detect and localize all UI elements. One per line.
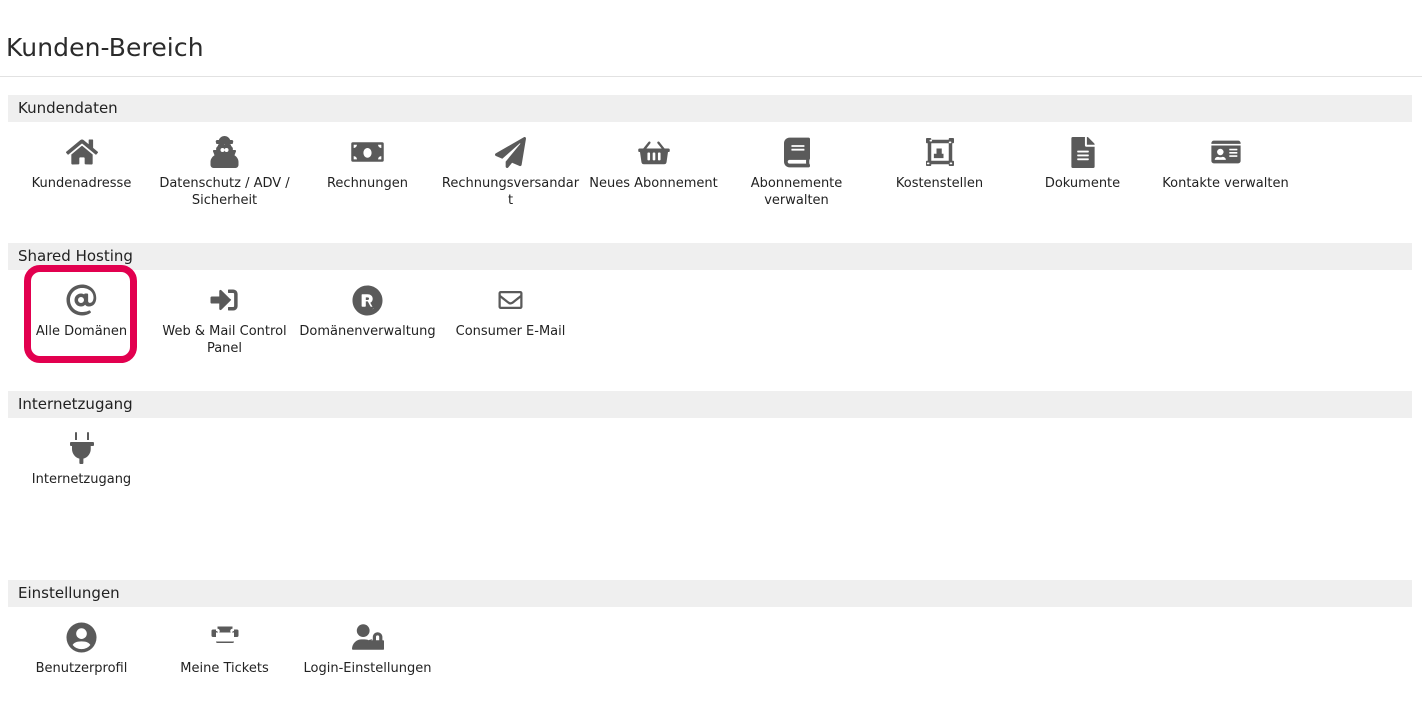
- tile-meine-tickets[interactable]: Meine Tickets: [153, 607, 296, 689]
- section-header-kundendaten: Kundendaten: [8, 95, 1412, 122]
- user-lock-icon: [351, 620, 385, 654]
- tile-label: Dokumente: [1044, 176, 1121, 191]
- tile-label: Rechnungsversandart: [441, 176, 580, 208]
- tile-row: Internetzugang: [0, 418, 1422, 500]
- shopping-basket-icon: [637, 135, 671, 169]
- tile-neues-abonnement[interactable]: Neues Abonnement: [582, 122, 725, 204]
- tile-label: Datenschutz / ADV / Sicherheit: [159, 176, 290, 208]
- tile-label: Kundenadresse: [31, 176, 132, 191]
- file-alt-icon: [1066, 135, 1100, 169]
- section-header-einstellungen: Einstellungen: [8, 580, 1412, 607]
- section-header-internetzugang: Internetzugang: [8, 391, 1412, 418]
- tile-label: Kontakte verwalten: [1162, 176, 1289, 191]
- section-header-shared-hosting: Shared Hosting: [8, 243, 1412, 270]
- tile-domaenenverwaltung[interactable]: Domänenverwaltung: [296, 270, 439, 352]
- tile-kostenstellen[interactable]: Kostenstellen: [868, 122, 1011, 204]
- sign-in-icon: [208, 283, 242, 317]
- tile-label: Kostenstellen: [895, 176, 984, 191]
- tile-rechnungsversandart[interactable]: Rechnungsversandart: [439, 122, 582, 209]
- page-title: Kunden-Bereich: [6, 33, 204, 62]
- tile-label: Domänenverwaltung: [299, 324, 436, 339]
- tile-abonnemente-verwalten[interactable]: Abonnemente verwalten: [725, 122, 868, 209]
- section-shared-hosting: Shared Hosting Alle Domänen Web & Mail Con…: [0, 225, 1422, 373]
- tile-consumer-e-mail[interactable]: Consumer E-Mail: [439, 270, 582, 352]
- sections-container: Kundendaten Kundenadresse Datenschutz / AD…: [0, 77, 1422, 705]
- tile-label: Consumer E-Mail: [455, 324, 566, 339]
- ticket-icon: [208, 620, 242, 654]
- tile-web-mail-control-panel[interactable]: Web & Mail Control Panel: [153, 270, 296, 357]
- user-secret-icon: [208, 135, 242, 169]
- tile-alle-domaenen[interactable]: Alle Domänen: [10, 265, 153, 363]
- tile-row: Alle Domänen Web & Mail Control Panel Domä…: [0, 265, 1422, 363]
- tile-dokumente[interactable]: Dokumente: [1011, 122, 1154, 204]
- id-card-icon: [1209, 135, 1243, 169]
- tile-label: Login-Einstellungen: [303, 661, 432, 676]
- section-internetzugang: Internetzugang Internetzugang: [0, 373, 1422, 562]
- tile-label: Alle Domänen: [35, 324, 128, 339]
- registered-icon: [351, 283, 385, 317]
- tile-label: Web & Mail Control Panel: [162, 324, 287, 356]
- paper-plane-icon: [494, 135, 528, 169]
- tile-label: Neues Abonnement: [589, 176, 718, 191]
- tile-rechnungen[interactable]: Rechnungen: [296, 122, 439, 204]
- tile-label: Internetzugang: [31, 472, 132, 487]
- tile-row: Kundenadresse Datenschutz / ADV / Sicherh…: [0, 122, 1422, 209]
- section-einstellungen: Einstellungen Benutzerprofil Meine Tickets…: [0, 562, 1422, 705]
- tile-benutzerprofil[interactable]: Benutzerprofil: [10, 607, 153, 689]
- money-bill-icon: [351, 135, 385, 169]
- tile-label: Benutzerprofil: [35, 661, 128, 676]
- envelope-icon: [494, 283, 528, 317]
- tile-label: Rechnungen: [326, 176, 409, 191]
- at-icon: [65, 283, 99, 317]
- row-gap: [0, 209, 1422, 225]
- tile-internetzugang[interactable]: Internetzugang: [10, 418, 153, 500]
- plug-icon: [65, 431, 99, 465]
- tile-row: Benutzerprofil Meine Tickets Login-Einstel…: [0, 607, 1422, 689]
- tile-kundenadresse[interactable]: Kundenadresse: [10, 122, 153, 204]
- row-gap: [0, 500, 1422, 562]
- tile-login-einstellungen[interactable]: Login-Einstellungen: [296, 607, 439, 689]
- tile-datenschutz-adv-sicherheit[interactable]: Datenschutz / ADV / Sicherheit: [153, 122, 296, 209]
- home-icon: [65, 135, 99, 169]
- row-gap: [0, 357, 1422, 373]
- row-gap: [0, 689, 1422, 705]
- user-circle-icon: [65, 620, 99, 654]
- tile-label: Meine Tickets: [180, 661, 269, 676]
- tile-label: Abonnemente verwalten: [750, 176, 843, 208]
- book-icon: [780, 135, 814, 169]
- object-group-icon: [923, 135, 957, 169]
- section-kundendaten: Kundendaten Kundenadresse Datenschutz / AD…: [0, 77, 1422, 225]
- tile-kontakte-verwalten[interactable]: Kontakte verwalten: [1154, 122, 1297, 204]
